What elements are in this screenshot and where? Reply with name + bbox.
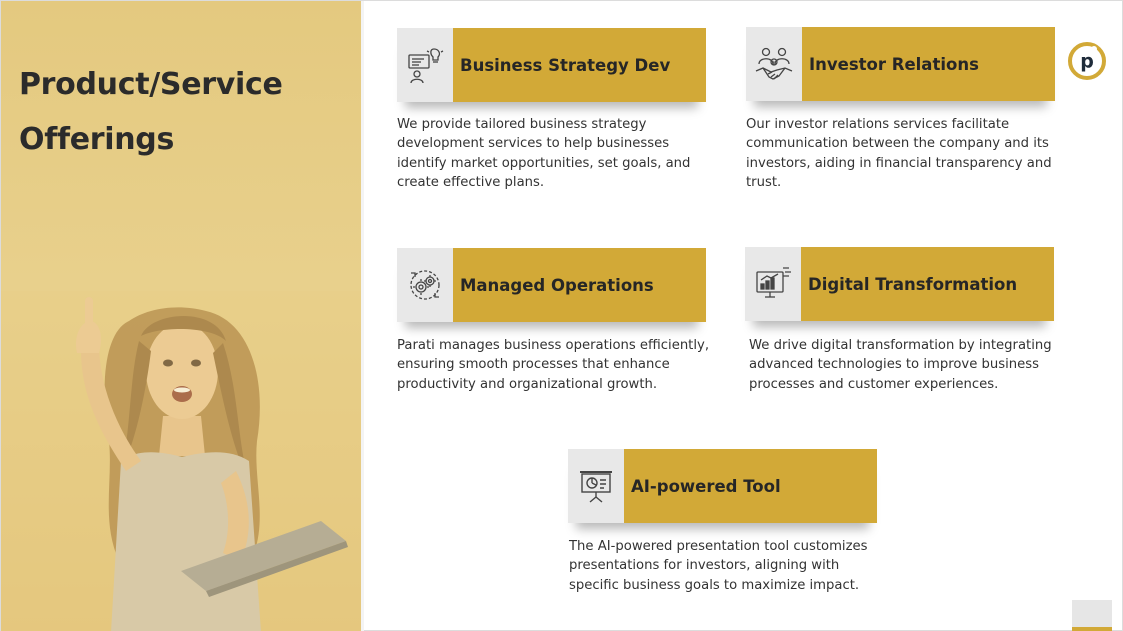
card-title: AI-powered Tool — [631, 476, 781, 496]
panel-divider — [361, 1, 364, 631]
card-icon-box: $ — [746, 27, 802, 101]
slide-number-accent — [1072, 627, 1112, 631]
digital-monitor-icon — [756, 267, 791, 298]
card-ai-powered-tool-header: AI-powered Tool — [568, 449, 877, 523]
left-panel: Product/Service Offerings — [1, 1, 361, 631]
gears-operations-icon — [410, 270, 440, 300]
card-icon-box — [568, 449, 624, 523]
handshake-investors-icon: $ — [755, 47, 793, 80]
card-description: Our investor relations services facilita… — [746, 117, 1052, 190]
card-business-strategy-header: Business Strategy Dev — [397, 28, 706, 102]
strategy-presentation-icon — [408, 48, 444, 84]
person-with-laptop-image — [1, 291, 361, 631]
card-description: We drive digital transformation by integ… — [749, 338, 1052, 392]
card-title: Managed Operations — [460, 275, 654, 295]
svg-text:$: $ — [772, 60, 775, 66]
parati-logo-icon: p — [1068, 42, 1106, 80]
card-investor-relations-header: $ Investor Relations — [746, 27, 1055, 101]
card-description: We provide tailored business strategy de… — [397, 117, 691, 190]
card-title: Investor Relations — [809, 54, 979, 74]
card-title: Digital Transformation — [808, 274, 1018, 294]
card-digital-transformation-header: Digital Transformation — [745, 247, 1054, 321]
card-managed-operations-header: Managed Operations — [397, 248, 706, 322]
card-icon-box — [397, 28, 453, 102]
page-title: Product/Service Offerings — [19, 67, 283, 157]
slide: Product/Service Offerings Business Strat… — [0, 0, 1123, 631]
card-icon-box — [397, 248, 453, 322]
card-title: Business Strategy Dev — [460, 55, 671, 75]
presentation-board-icon — [580, 471, 612, 503]
logo-letter: p — [1080, 51, 1094, 73]
card-description: The AI-powered presentation tool customi… — [569, 539, 868, 593]
card-icon-box — [745, 247, 801, 321]
card-description: Parati manages business operations effic… — [397, 338, 710, 392]
